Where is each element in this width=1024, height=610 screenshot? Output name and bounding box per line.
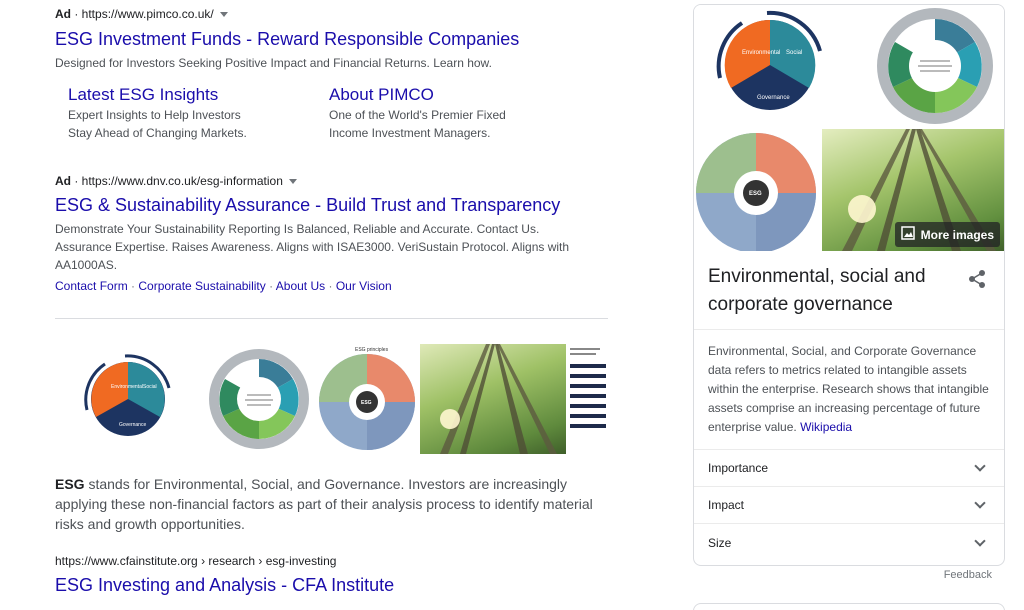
image-engagement-chart[interactable] — [568, 344, 609, 454]
sitelink-desc: Expert Insights to Help Investors — [68, 108, 241, 122]
next-panel-edge — [693, 603, 1005, 610]
link-about-us[interactable]: About Us — [276, 279, 325, 293]
result-cite[interactable]: https://www.cfainstitute.org › research … — [55, 552, 336, 570]
ad-label: Ad — [55, 7, 71, 21]
sitelink-desc: Stay Ahead of Changing Markets. — [68, 126, 247, 140]
image-esg-principles[interactable]: ESG principles ESG — [317, 344, 418, 454]
kp-accordion-list: Importance Impact Size — [694, 450, 1004, 561]
featured-snippet-text: ESG stands for Environmental, Social, an… — [55, 474, 610, 534]
image-icon — [900, 226, 915, 243]
link-contact-form[interactable]: Contact Form — [55, 279, 128, 293]
sitelink-title[interactable]: Latest ESG Insights — [68, 84, 329, 106]
kp-image-grid: Environmental Social Governance ESG More… — [694, 5, 1004, 251]
image-forest[interactable] — [419, 344, 567, 454]
sitelink-about-pimco: About PIMCO One of the World's Premier F… — [329, 84, 590, 142]
snippet-body: stands for Environmental, Social, and Go… — [55, 476, 593, 532]
result-title-link[interactable]: ESG Investing and Analysis - CFA Institu… — [55, 573, 394, 597]
ad-label: Ad — [55, 174, 71, 188]
kp-title: Environmental, social and corporate gove… — [708, 266, 926, 315]
link-our-vision[interactable]: Our Vision — [336, 279, 392, 293]
accordion-label: Size — [708, 535, 732, 550]
feedback-link[interactable]: Feedback — [944, 569, 992, 581]
principles-center: ESG — [361, 400, 372, 406]
chevron-down-icon — [974, 460, 986, 472]
image-strip: Environmental Social Governance ESG prin… — [55, 344, 609, 454]
chevron-down-icon — [974, 497, 986, 509]
ad-result-pimco: Ad · https://www.pimco.co.uk/ ESG Invest… — [55, 5, 615, 142]
sitelink-desc: Income Investment Managers. — [329, 126, 491, 140]
ad-title-link[interactable]: ESG & Sustainability Assurance - Build T… — [55, 193, 615, 217]
kp-image-esg-principles[interactable]: ESG — [694, 129, 820, 251]
principles-title: ESG principles — [355, 347, 389, 353]
kp-image-forest[interactable]: More images — [822, 129, 1004, 251]
ad-display-url[interactable]: https://www.pimco.co.uk/ — [82, 7, 214, 21]
ad-description: Designed for Investors Seeking Positive … — [55, 56, 492, 70]
kp-pie-label-environmental: Environmental — [742, 50, 780, 56]
kp-image-esg-pie[interactable]: Environmental Social Governance — [694, 5, 862, 127]
ad-url-line: Ad · https://www.dnv.co.uk/esg-informati… — [55, 172, 615, 190]
sitelink-latest-esg: Latest ESG Insights Expert Insights to H… — [68, 84, 329, 142]
ad-result-dnv: Ad · https://www.dnv.co.uk/esg-informati… — [55, 172, 615, 295]
kp-source-link[interactable]: Wikipedia — [800, 420, 852, 434]
kp-pie-label-governance: Governance — [757, 95, 790, 101]
accordion-label: Impact — [708, 498, 745, 512]
ad-sitelinks: Latest ESG Insights Expert Insights to H… — [68, 84, 615, 142]
link-corporate-sustainability[interactable]: Corporate Sustainability — [138, 279, 265, 293]
pie-label-social: Social — [143, 384, 157, 390]
accordion-size[interactable]: Size — [694, 524, 1004, 561]
ad-inline-links: Contact Form · Corporate Sustainability … — [55, 279, 392, 293]
knowledge-panel: Environmental Social Governance ESG More… — [693, 4, 1005, 566]
sitelink-desc: One of the World's Premier Fixed — [329, 108, 506, 122]
more-images-label: More images — [920, 227, 994, 242]
kp-pie-label-social: Social — [786, 50, 802, 56]
pie-label-environmental: Environmental — [111, 384, 143, 390]
caret-down-icon[interactable] — [219, 12, 228, 18]
accordion-label: Importance — [708, 461, 769, 475]
kp-principles-center: ESG — [749, 191, 762, 197]
kp-title-row: Environmental, social and corporate gove… — [694, 251, 1004, 330]
chevron-down-icon — [974, 534, 986, 547]
ad-url-line: Ad · https://www.pimco.co.uk/ — [55, 5, 615, 23]
ad-title-link[interactable]: ESG Investment Funds - Reward Responsibl… — [55, 27, 615, 51]
image-esg-wheel[interactable] — [203, 344, 316, 454]
ad-description: Demonstrate Your Sustainability Reportin… — [55, 222, 570, 272]
kp-image-esg-wheel[interactable] — [864, 5, 1004, 127]
ad-display-url[interactable]: https://www.dnv.co.uk/esg-information — [82, 174, 283, 188]
pie-label-governance: Governance — [119, 422, 146, 428]
sitelink-title[interactable]: About PIMCO — [329, 84, 590, 106]
accordion-importance[interactable]: Importance — [694, 450, 1004, 487]
caret-down-icon[interactable] — [288, 179, 297, 185]
more-images-button[interactable]: More images — [894, 222, 1000, 247]
divider — [55, 318, 608, 319]
snippet-term: ESG — [55, 476, 85, 492]
kp-description: Environmental, Social, and Corporate Gov… — [694, 330, 1004, 450]
image-esg-pie[interactable]: Environmental Social Governance — [55, 344, 202, 454]
share-icon[interactable] — [968, 269, 986, 294]
accordion-impact[interactable]: Impact — [694, 487, 1004, 524]
